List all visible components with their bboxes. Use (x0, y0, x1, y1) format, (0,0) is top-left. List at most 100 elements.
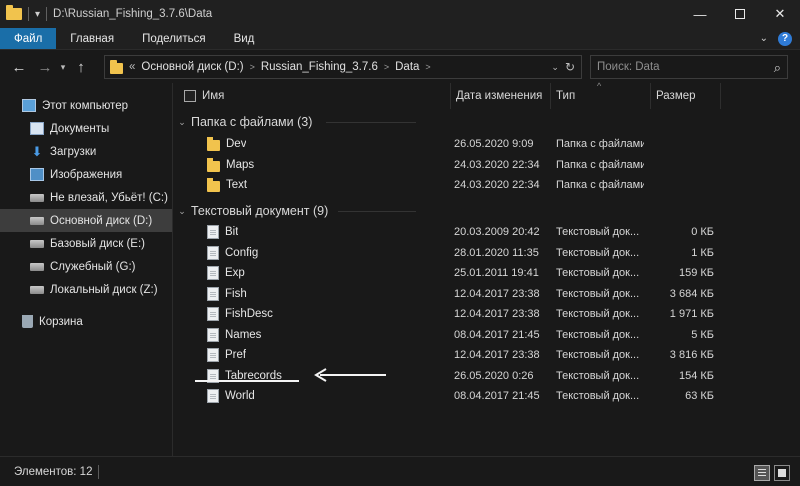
chevron-down-icon[interactable]: ⌄ (173, 206, 191, 217)
file-type: Папка с файлами (556, 138, 644, 151)
drive-icon (30, 239, 44, 248)
file-date: 12.04.2017 23:38 (454, 308, 540, 321)
separator (46, 7, 48, 21)
chevron-right-icon[interactable]: > (425, 62, 430, 72)
forward-button[interactable]: → (34, 59, 56, 76)
folder-icon (207, 157, 220, 172)
file-type: Папка с файлами (556, 179, 644, 192)
refresh-icon[interactable]: ↻ (565, 60, 575, 74)
folder-icon (207, 177, 220, 192)
tab-share[interactable]: Поделиться (128, 28, 220, 49)
breadcrumb-folder[interactable]: Russian_Fishing_3.7.6 (261, 61, 378, 73)
quick-access-dropdown[interactable]: ▾ (35, 9, 40, 20)
list-item[interactable]: Exp 25.01.2011 19:41 Текстовый док... 15… (173, 263, 800, 284)
file-date: 28.01.2020 11:35 (454, 247, 539, 260)
list-item[interactable]: FishDesc 12.04.2017 23:38 Текстовый док.… (173, 304, 800, 325)
file-size: 3 816 КБ (669, 349, 714, 362)
file-name: Names (225, 329, 262, 342)
list-item[interactable]: Maps 24.03.2020 22:34 Папка с файлами (173, 155, 800, 176)
sidebar-item-drive-c[interactable]: Не влезай, Убьёт! (C:) (0, 186, 172, 209)
sidebar-item-drive-e[interactable]: Базовый диск (E:) (0, 232, 172, 255)
list-item[interactable]: World 08.04.2017 21:45 Текстовый док... … (173, 386, 800, 407)
window-title: D:\Russian_Fishing_3.7.6\Data (53, 8, 213, 20)
back-button[interactable]: ← (8, 59, 30, 76)
annotation-underline (195, 380, 299, 382)
folder-icon (110, 59, 123, 74)
group-header-text-documents[interactable]: ⌄ Текстовый документ (9) (173, 201, 416, 221)
large-icons-view-button[interactable] (774, 465, 790, 481)
breadcrumb-current[interactable]: Data (395, 61, 419, 73)
text-file-icon (207, 287, 219, 302)
sidebar-item-drive-z[interactable]: Локальный диск (Z:) (0, 278, 172, 301)
breadcrumb-overflow[interactable]: « (129, 61, 135, 73)
file-date: 26.05.2020 0:26 (454, 370, 534, 383)
list-item[interactable]: Text 24.03.2020 22:34 Папка с файлами (173, 175, 800, 196)
separator (98, 464, 100, 479)
tab-file[interactable]: Файл (0, 28, 57, 49)
list-item[interactable]: Dev 26.05.2020 9:09 Папка с файлами (173, 134, 800, 155)
list-item[interactable]: Names 08.04.2017 21:45 Текстовый док... … (173, 325, 800, 346)
file-size: 1 971 КБ (669, 308, 714, 321)
list-item[interactable]: Config 28.01.2020 11:35 Текстовый док...… (173, 243, 800, 264)
drive-icon (30, 285, 44, 294)
file-name: Text (226, 179, 248, 192)
file-size (651, 134, 714, 155)
computer-icon (22, 99, 36, 112)
column-name[interactable]: Имя (179, 83, 451, 109)
file-name: Maps (226, 159, 255, 172)
column-type[interactable]: Тип (551, 83, 651, 109)
folder-icon (207, 136, 220, 151)
recent-locations-dropdown[interactable]: ▾ (56, 62, 70, 73)
drive-icon (30, 262, 44, 271)
sidebar-item-downloads[interactable]: ⬇ Загрузки (0, 140, 172, 163)
chevron-right-icon[interactable]: > (384, 62, 389, 72)
help-icon[interactable]: ? (778, 31, 792, 46)
maximize-button[interactable] (720, 0, 760, 28)
up-button[interactable]: ↑ (70, 59, 92, 76)
sidebar-item-drive-g[interactable]: Служебный (G:) (0, 255, 172, 278)
drive-icon (30, 216, 44, 225)
tab-home[interactable]: Главная (56, 28, 128, 49)
breadcrumb-drive[interactable]: Основной диск (D:) (141, 61, 243, 73)
column-date[interactable]: Дата изменения (451, 83, 551, 109)
list-item[interactable]: Tabrecords 26.05.2020 0:26 Текстовый док… (173, 366, 800, 387)
file-size (651, 155, 714, 176)
expand-ribbon-icon[interactable]: ⌄ (760, 33, 768, 44)
sidebar-item-recycle-bin[interactable]: Корзина (0, 310, 172, 333)
file-name: Config (225, 247, 259, 260)
search-input[interactable]: Поиск: Data (597, 61, 660, 73)
column-headers: ^ Имя Дата изменения Тип Размер (173, 81, 800, 109)
sidebar-item-pictures[interactable]: Изображения (0, 163, 172, 186)
file-date: 08.04.2017 21:45 (454, 390, 540, 403)
sidebar-item-drive-d[interactable]: Основной диск (D:) (0, 209, 172, 232)
minimize-button[interactable]: — (680, 0, 720, 28)
search-box[interactable]: Поиск: Data ⌕ (590, 55, 788, 79)
list-item[interactable]: Bit 20.03.2009 20:42 Текстовый док... 0 … (173, 222, 800, 243)
sidebar-item-this-pc[interactable]: Этот компьютер (0, 94, 172, 117)
list-item[interactable]: Fish 12.04.2017 23:38 Текстовый док... 3… (173, 284, 800, 305)
item-count: Элементов: 12 (14, 465, 93, 478)
address-bar[interactable]: « Основной диск (D:) > Russian_Fishing_3… (104, 55, 582, 79)
column-size-label: Размер (656, 90, 696, 102)
list-item[interactable]: Pref 12.04.2017 23:38 Текстовый док... 3… (173, 345, 800, 366)
file-type: Текстовый док... (556, 390, 640, 403)
group-header-folders[interactable]: ⌄ Папка с файлами (3) (173, 112, 416, 132)
search-icon[interactable]: ⌕ (774, 60, 781, 76)
column-size[interactable]: Размер (651, 83, 721, 109)
window-controls: — ✕ (680, 0, 800, 28)
sidebar-item-label: Изображения (50, 168, 123, 181)
details-view-button[interactable] (754, 465, 770, 481)
address-history-dropdown[interactable]: ⌄ (551, 62, 559, 73)
chevron-down-icon[interactable]: ⌄ (173, 117, 191, 128)
sidebar-item-documents[interactable]: Документы (0, 117, 172, 140)
status-bar: Элементов: 12 (0, 456, 800, 486)
close-button[interactable]: ✕ (760, 0, 800, 28)
file-type: Текстовый док... (556, 288, 640, 301)
tab-view[interactable]: Вид (220, 28, 269, 49)
chevron-right-icon[interactable]: > (250, 62, 255, 72)
group-label: Текстовый документ (9) (191, 204, 329, 218)
column-type-label: Тип (556, 90, 576, 102)
select-all-checkbox[interactable] (184, 90, 196, 102)
file-size: 154 КБ (678, 370, 714, 383)
file-name: Bit (225, 226, 239, 239)
